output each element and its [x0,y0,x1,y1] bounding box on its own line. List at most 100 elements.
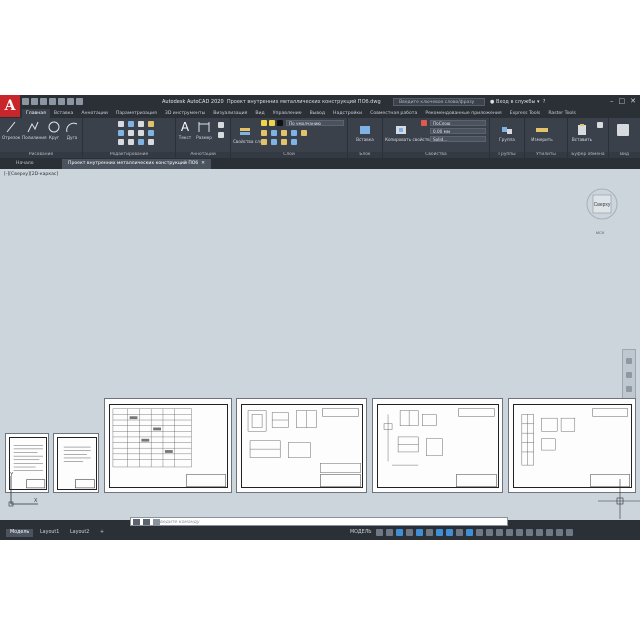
offset-icon[interactable] [148,139,154,145]
clean-screen-icon[interactable] [556,529,563,536]
layer-properties-tool[interactable]: Свойства слоя [233,126,265,144]
tab-start[interactable]: Начало [10,159,40,169]
ribbon-tab[interactable]: Вид [251,109,268,118]
pan-icon[interactable] [626,372,632,378]
ribbon-tab[interactable]: Визуализация [209,109,251,118]
annotation-visibility-icon[interactable] [476,529,483,536]
layer-dropdown[interactable]: По умолчанию [286,120,344,126]
layer-thaw-icon[interactable] [291,139,297,145]
layer-match-icon[interactable] [261,130,267,136]
ribbon-tab[interactable]: 3D инструменты [161,109,209,118]
wcs-menu[interactable]: МСК [596,230,605,235]
base-view-icon[interactable] [617,124,629,136]
grid-icon[interactable] [376,529,383,536]
copy-clip-icon[interactable] [597,122,603,128]
minimize-icon[interactable]: – [610,98,614,105]
text-tool[interactable]: A Текст [178,120,192,140]
ribbon-tab[interactable]: Главная [22,109,50,118]
layer-delete-icon[interactable] [281,139,287,145]
zoom-icon[interactable] [626,386,632,392]
ribbon-tab[interactable]: Параметризация [112,109,161,118]
layer-walk-icon[interactable] [301,130,307,136]
viewport-controls[interactable]: [-][Сверху][2D-каркас] [4,172,58,177]
signin-button[interactable]: ● Вход в службы ▾ ? [490,99,545,105]
drawing-canvas[interactable]: [-][Сверху][2D-каркас] Сверху МСК Y X [0,169,640,520]
annotation-monitor-icon[interactable] [496,529,503,536]
snap-icon[interactable] [386,529,393,536]
transparency-icon[interactable] [446,529,453,536]
layer-color-icon[interactable] [277,120,283,126]
group-tool[interactable]: Группа [492,124,522,142]
mirror-icon[interactable] [128,130,134,136]
command-close-icon[interactable] [133,519,140,525]
viewcube[interactable]: Сверху МСК [583,186,621,236]
explode-icon[interactable] [148,130,154,136]
ribbon-tab[interactable]: Управление [269,109,306,118]
stretch-icon[interactable] [118,139,124,145]
close-tab-icon[interactable]: ✕ [200,161,205,166]
array-icon[interactable] [138,139,144,145]
steering-wheel-icon[interactable] [626,358,632,364]
linetype-dropdown[interactable]: Solid... [430,136,486,142]
drawing-sheet-4[interactable] [236,398,367,493]
erase-icon[interactable] [148,121,154,127]
help-icon[interactable]: ? [541,99,546,105]
layer-merge-icon[interactable] [271,139,277,145]
color-dropdown[interactable]: ПоСлою [430,120,486,126]
ribbon-tab[interactable]: Raster Tools [544,109,580,118]
workspace-icon[interactable] [486,529,493,536]
new-tab-button[interactable]: + [178,159,194,169]
otrack-icon[interactable] [426,529,433,536]
close-icon[interactable]: ✕ [630,98,636,105]
rotate-icon[interactable] [128,121,134,127]
ribbon-tab[interactable]: Express Tools [506,109,545,118]
command-settings-icon[interactable] [143,519,150,525]
circle-tool[interactable]: Круг [46,120,62,140]
move-icon[interactable] [118,121,124,127]
ortho-icon[interactable] [396,529,403,536]
save-as-icon[interactable] [49,98,56,105]
copy-icon[interactable] [118,130,124,136]
drawing-sheet-2[interactable] [53,433,99,493]
fillet-icon[interactable] [138,130,144,136]
model-space-toggle[interactable]: МОДЕЛЬ [346,529,376,537]
trim-icon[interactable] [138,121,144,127]
measure-tool[interactable]: Измерить [527,124,557,142]
tab-layout1[interactable]: Layout1 [36,529,63,537]
autocad-logo[interactable]: A [0,95,20,117]
plot-icon[interactable] [58,98,65,105]
viewcube-face[interactable]: Сверху [594,202,611,208]
open-icon[interactable] [31,98,38,105]
lineweight-icon[interactable] [436,529,443,536]
command-input[interactable]: Введите команду [130,517,508,526]
insert-block-tool[interactable]: Вставка [350,124,380,142]
layer-freeze-icon[interactable] [269,120,275,126]
layer-lock-icon[interactable] [291,130,297,136]
ribbon-tab[interactable]: Вставка [50,109,77,118]
isolate-objects-icon[interactable] [536,529,543,536]
maximize-icon[interactable]: □ [619,98,626,105]
osnap-icon[interactable] [416,529,423,536]
command-prompt-icon[interactable] [153,519,160,525]
new-icon[interactable] [22,98,29,105]
tab-model[interactable]: Модель [6,529,34,537]
polar-icon[interactable] [406,529,413,536]
units-icon[interactable] [506,529,513,536]
arc-tool[interactable]: Дуга [64,120,80,140]
lock-ui-icon[interactable] [526,529,533,536]
scale-icon[interactable] [128,139,134,145]
ribbon-tab[interactable]: Надстройки [329,109,366,118]
ribbon-tab[interactable]: Аннотации [77,109,112,118]
ribbon-tab[interactable]: Совместная работа [366,109,421,118]
lineweight-dropdown[interactable]: 0,00 мм [430,128,486,134]
quick-properties-icon[interactable] [516,529,523,536]
redo-icon[interactable] [76,98,83,105]
layer-off-icon[interactable] [281,130,287,136]
drawing-sheet-5[interactable] [372,398,503,493]
hardware-acceleration-icon[interactable] [546,529,553,536]
layer-previous-icon[interactable] [261,139,267,145]
leader-icon[interactable] [218,122,224,128]
layer-on-icon[interactable] [261,120,267,126]
ribbon-tab[interactable]: Вывод [306,109,329,118]
polyline-tool[interactable]: Полилиния [22,120,47,140]
